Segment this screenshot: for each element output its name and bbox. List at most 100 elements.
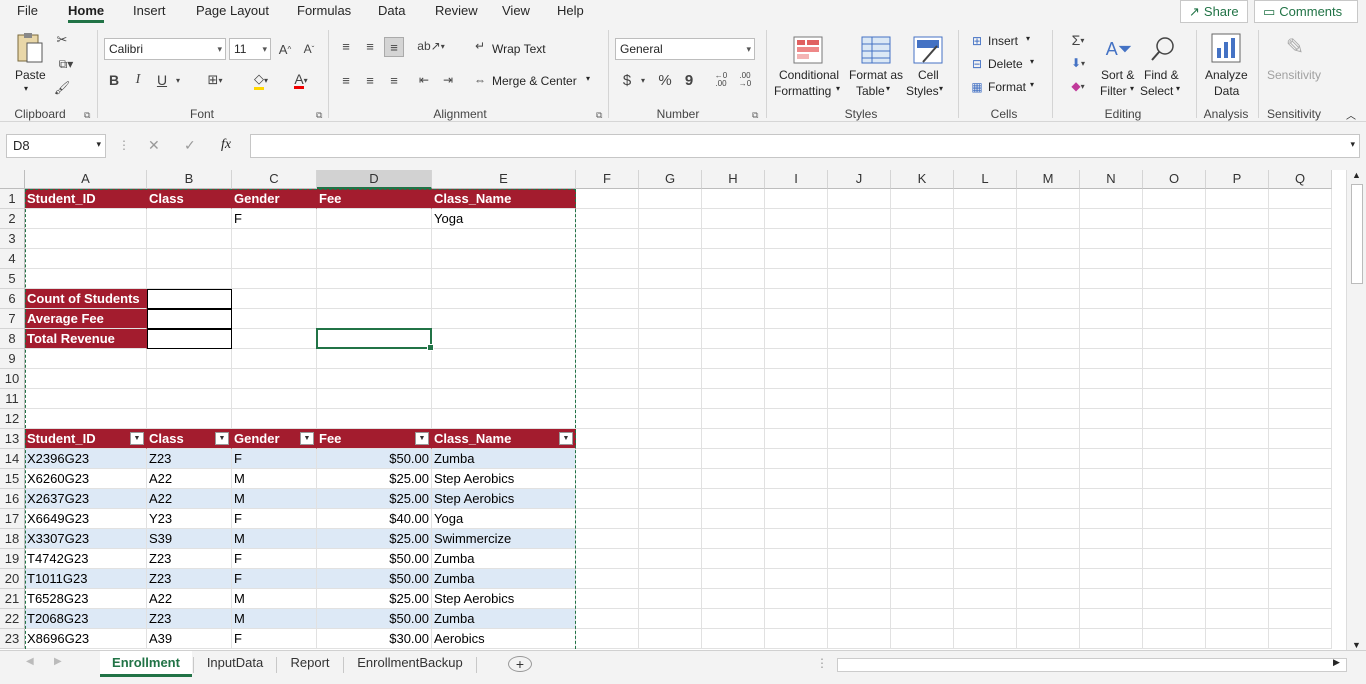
cancel-icon[interactable]: ✕ [148, 137, 160, 154]
grid-cell[interactable] [232, 309, 317, 329]
grid-cell[interactable] [828, 369, 891, 389]
scroll-up-icon[interactable]: ▲ [1352, 170, 1361, 180]
align-center-icon[interactable]: ≡ [362, 72, 378, 88]
grid-cell[interactable] [702, 249, 765, 269]
table-cell[interactable]: Y23 [147, 509, 232, 529]
grid-cell[interactable] [828, 329, 891, 349]
grid-cell[interactable] [891, 189, 954, 209]
grid-cell[interactable] [828, 249, 891, 269]
grid-cell[interactable] [639, 449, 702, 469]
grid-cell[interactable] [25, 209, 147, 229]
menu-file[interactable]: File [17, 3, 38, 18]
grid-cell[interactable] [1143, 509, 1206, 529]
grid-cell[interactable] [765, 349, 828, 369]
align-top-icon[interactable]: ≡ [338, 38, 354, 54]
table-cell[interactable]: T2068G23 [25, 609, 147, 629]
grid-cell[interactable] [1017, 269, 1080, 289]
row-header-9[interactable]: 9 [0, 349, 25, 369]
grid-cell[interactable] [828, 529, 891, 549]
table-cell[interactable]: F [232, 549, 317, 569]
row-header-18[interactable]: 18 [0, 529, 25, 549]
grid-cell[interactable] [954, 429, 1017, 449]
filter-dropdown-icon[interactable]: ▼ [215, 432, 229, 445]
grid-cell[interactable] [828, 229, 891, 249]
grid-cell[interactable] [576, 569, 639, 589]
grid-cell[interactable] [1080, 309, 1143, 329]
grid-cell[interactable] [1269, 549, 1332, 569]
grid-cell[interactable] [147, 389, 232, 409]
grid-cell[interactable] [1269, 369, 1332, 389]
grid-cell[interactable] [576, 249, 639, 269]
table-cell[interactable]: $50.00 [317, 609, 432, 629]
grid-cell[interactable] [828, 389, 891, 409]
column-header-d[interactable]: D [317, 170, 432, 189]
grid-cell[interactable] [25, 229, 147, 249]
comments-button[interactable]: ▭ Comments [1254, 0, 1358, 23]
sort-filter-label2[interactable]: Filter [1100, 84, 1127, 98]
grid-cell[interactable] [25, 389, 147, 409]
grid-cell[interactable] [1269, 409, 1332, 429]
conditional-formatting-label[interactable]: Conditional [776, 68, 842, 82]
grid-cell[interactable] [765, 529, 828, 549]
grid-cell[interactable] [232, 349, 317, 369]
grid-cell[interactable] [702, 209, 765, 229]
font-size-select[interactable]: 11 ▾ [229, 38, 271, 60]
criteria-class-value[interactable]: Yoga [432, 209, 576, 229]
grid-cell[interactable] [576, 269, 639, 289]
table-header-gender[interactable]: Gender ▼ [232, 429, 317, 449]
grid-cell[interactable] [954, 529, 1017, 549]
increase-indent-icon[interactable]: ⇥ [440, 72, 456, 88]
table-cell[interactable]: Zumba [432, 549, 576, 569]
row-header-6[interactable]: 6 [0, 289, 25, 309]
table-cell[interactable]: $25.00 [317, 489, 432, 509]
row-header-7[interactable]: 7 [0, 309, 25, 329]
row-header-8[interactable]: 8 [0, 329, 25, 349]
table-cell[interactable]: Swimmercize [432, 529, 576, 549]
grid-cell[interactable] [954, 289, 1017, 309]
grid-cell[interactable] [1017, 509, 1080, 529]
table-cell[interactable]: A22 [147, 489, 232, 509]
grid-cell[interactable] [1269, 249, 1332, 269]
table-cell[interactable]: M [232, 469, 317, 489]
table-cell[interactable]: Zumba [432, 569, 576, 589]
grid-cell[interactable] [1080, 549, 1143, 569]
grid-cell[interactable] [702, 529, 765, 549]
chevron-down-icon[interactable]: ▾ [586, 74, 590, 83]
grid-cell[interactable] [954, 469, 1017, 489]
grid-cell[interactable] [702, 429, 765, 449]
horizontal-scrollbar[interactable] [837, 658, 1347, 672]
grid-cell[interactable] [1017, 409, 1080, 429]
grid-cell[interactable] [1080, 189, 1143, 209]
grid-cell[interactable] [954, 509, 1017, 529]
grid-cell[interactable] [765, 549, 828, 569]
grid-cell[interactable] [891, 409, 954, 429]
grid-cell[interactable] [1206, 429, 1269, 449]
grid-cell[interactable] [1269, 469, 1332, 489]
table-cell[interactable]: $50.00 [317, 449, 432, 469]
grid-cell[interactable] [432, 329, 576, 349]
borders-icon[interactable]: ⊞ ▾ [198, 72, 232, 88]
grid-cell[interactable] [1269, 309, 1332, 329]
format-as-table-label[interactable]: Format as [849, 68, 903, 82]
grid-cell[interactable] [891, 509, 954, 529]
underline-button[interactable]: U [154, 70, 170, 90]
grid-cell[interactable] [576, 529, 639, 549]
grid-cell[interactable] [891, 549, 954, 569]
grid-cell[interactable] [954, 329, 1017, 349]
table-cell[interactable]: M [232, 609, 317, 629]
font-launcher-icon[interactable]: ⧉ [316, 110, 322, 121]
grid-cell[interactable] [639, 229, 702, 249]
grid-cell[interactable] [317, 409, 432, 429]
grid-cell[interactable] [1269, 589, 1332, 609]
sheet-tab-inputdata[interactable]: InputData [195, 651, 275, 677]
grid-cell[interactable] [702, 589, 765, 609]
column-header-k[interactable]: K [891, 170, 954, 189]
bold-button[interactable]: B [106, 70, 122, 90]
name-box[interactable]: D8 ▾ [6, 134, 106, 158]
table-cell[interactable]: F [232, 629, 317, 649]
grid-cell[interactable] [1017, 349, 1080, 369]
grid-cell[interactable] [954, 249, 1017, 269]
font-color-icon[interactable]: A ▾ [284, 70, 318, 90]
paste-button[interactable]: Paste [15, 68, 46, 82]
grid-cell[interactable] [1080, 329, 1143, 349]
